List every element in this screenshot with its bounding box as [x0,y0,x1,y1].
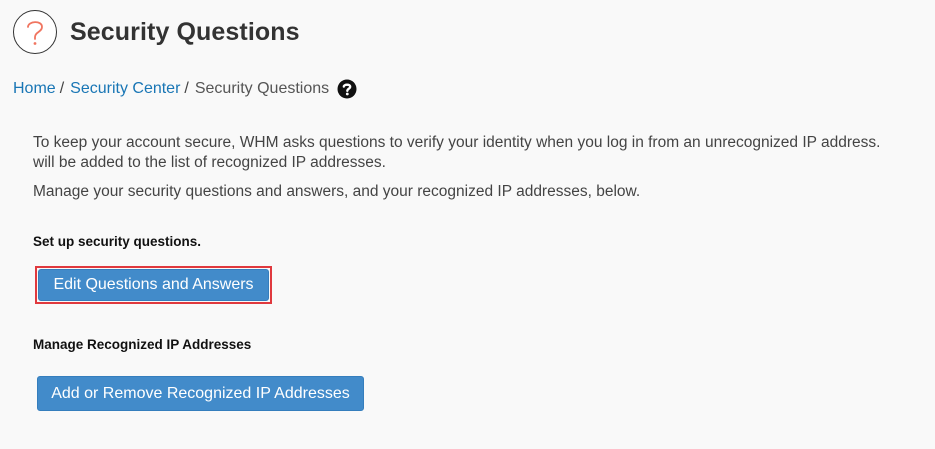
page-title: Security Questions [70,17,300,46]
breadcrumb: Home / Security Center / Security Questi… [13,79,357,99]
ip-section-label: Manage Recognized IP Addresses [33,337,252,352]
help-circle-icon[interactable] [337,79,357,99]
security-questions-page: Security Questions Home / Security Cente… [0,0,935,449]
intro-line: will be added to the list of recognized … [33,154,386,171]
breadcrumb-home-link[interactable]: Home [13,80,56,98]
setup-section-label: Set up security questions. [33,234,202,249]
page-header: Security Questions [13,10,300,54]
breadcrumb-security-center-link[interactable]: Security Center [70,80,180,98]
breadcrumb-current: Security Questions [194,80,330,97]
breadcrumb-separator: / [184,80,189,97]
intro-paragraph: To keep your account secure, WHM asks qu… [33,133,935,173]
edit-questions-button[interactable]: Edit Questions and Answers [38,269,269,301]
question-mark-icon [13,10,57,54]
intro-text: To keep your account secure, WHM asks qu… [33,133,935,202]
intro-manage-paragraph: Manage your security questions and answe… [33,183,641,200]
add-remove-ip-button[interactable]: Add or Remove Recognized IP Addresses [37,376,364,411]
breadcrumb-separator: / [59,80,65,97]
intro-line: To keep your account secure, WHM asks qu… [33,134,881,151]
